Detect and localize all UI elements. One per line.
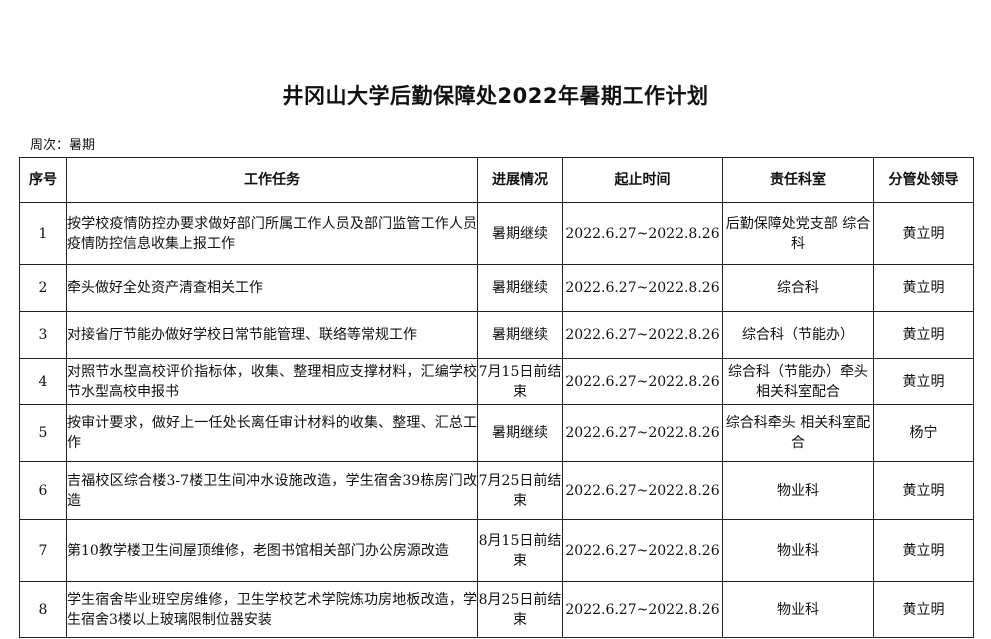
row-number: 2 [19,264,67,312]
row-leader: 黄立明 [873,358,974,405]
week-label: 周次：暑期 [30,138,96,153]
table-row: 4 对照节水型高校评价指标体，收集、整理相应支撑材料，汇编学校节水型高校申报书 … [19,358,974,405]
row-status: 暑期继续 [477,311,563,359]
header-responsible-dept: 责任科室 [722,157,874,203]
header-period: 起止时间 [562,157,723,203]
row-number: 6 [19,461,67,520]
table-row: 6 吉福校区综合楼3-7楼卫生间冲水设施改造，学生宿舍39栋房门改造 7月25日… [19,461,974,520]
row-number: 4 [19,358,67,405]
row-task: 对接省厅节能办做好学校日常节能管理、联络等常规工作 [66,311,478,359]
row-task: 学生宿舍毕业班空房维修，卫生学校艺术学院炼功房地板改造，学生宿舍3楼以上玻璃限制… [66,581,478,638]
row-task: 第10教学楼卫生间屋顶维修，老图书馆相关部门办公房源改造 [66,519,478,582]
row-dept: 综合科（节能办）牵头相关科室配合 [722,358,874,405]
row-task: 按学校疫情防控办要求做好部门所属工作人员及部门监管工作人员疫情防控信息收集上报工… [66,202,478,265]
row-period: 2022.6.27~2022.8.26 [562,404,723,462]
document-title: 井冈山大学后勤保障处2022年暑期工作计划 [282,84,709,108]
row-status: 8月25日前结束 [477,581,563,638]
row-number: 8 [19,581,67,638]
row-period: 2022.6.27~2022.8.26 [562,202,723,265]
row-number: 1 [19,202,67,265]
work-plan-table: 序号 工作任务 进展情况 起止时间 责任科室 分管处领导 1 按学校疫情防控办要… [19,157,974,638]
header-work-task: 工作任务 [66,157,478,203]
row-dept: 综合科牵头 相关科室配合 [722,404,874,462]
table-row: 8 学生宿舍毕业班空房维修，卫生学校艺术学院炼功房地板改造，学生宿舍3楼以上玻璃… [19,581,974,638]
row-period: 2022.6.27~2022.8.26 [562,358,723,405]
row-status: 暑期继续 [477,202,563,265]
table-row: 2 牵头做好全处资产清查相关工作 暑期继续 2022.6.27~2022.8.2… [19,264,974,312]
row-leader: 黄立明 [873,461,974,520]
row-leader: 黄立明 [873,264,974,312]
row-dept: 综合科 [722,264,874,312]
table-row: 5 按审计要求，做好上一任处长离任审计材料的收集、整理、汇总工作 暑期继续 20… [19,404,974,462]
row-task: 牵头做好全处资产清查相关工作 [66,264,478,312]
table-header-row: 序号 工作任务 进展情况 起止时间 责任科室 分管处领导 [19,157,974,203]
row-dept: 后勤保障处党支部 综合科 [722,202,874,265]
header-serial-number: 序号 [19,157,67,203]
row-period: 2022.6.27~2022.8.26 [562,264,723,312]
header-leader: 分管处领导 [873,157,974,203]
row-status: 暑期继续 [477,264,563,312]
row-dept: 物业科 [722,581,874,638]
row-dept: 物业科 [722,519,874,582]
row-status: 8月15日前结束 [477,519,563,582]
row-leader: 黄立明 [873,519,974,582]
table-row: 7 第10教学楼卫生间屋顶维修，老图书馆相关部门办公房源改造 8月15日前结束 … [19,519,974,582]
row-leader: 黄立明 [873,581,974,638]
row-leader: 黄立明 [873,311,974,359]
row-period: 2022.6.27~2022.8.26 [562,311,723,359]
row-status: 7月25日前结束 [477,461,563,520]
row-period: 2022.6.27~2022.8.26 [562,461,723,520]
row-period: 2022.6.27~2022.8.26 [562,581,723,638]
row-number: 5 [19,404,67,462]
row-status: 暑期继续 [477,404,563,462]
row-status: 7月15日前结束 [477,358,563,405]
row-task: 按审计要求，做好上一任处长离任审计材料的收集、整理、汇总工作 [66,404,478,462]
table-row: 1 按学校疫情防控办要求做好部门所属工作人员及部门监管工作人员疫情防控信息收集上… [19,202,974,265]
row-number: 3 [19,311,67,359]
row-number: 7 [19,519,67,582]
row-task: 对照节水型高校评价指标体，收集、整理相应支撑材料，汇编学校节水型高校申报书 [66,358,478,405]
table-row: 3 对接省厅节能办做好学校日常节能管理、联络等常规工作 暑期继续 2022.6.… [19,311,974,359]
header-progress: 进展情况 [477,157,563,203]
row-task: 吉福校区综合楼3-7楼卫生间冲水设施改造，学生宿舍39栋房门改造 [66,461,478,520]
row-period: 2022.6.27~2022.8.26 [562,519,723,582]
row-dept: 物业科 [722,461,874,520]
row-leader: 黄立明 [873,202,974,265]
row-leader: 杨宁 [873,404,974,462]
row-dept: 综合科（节能办） [722,311,874,359]
